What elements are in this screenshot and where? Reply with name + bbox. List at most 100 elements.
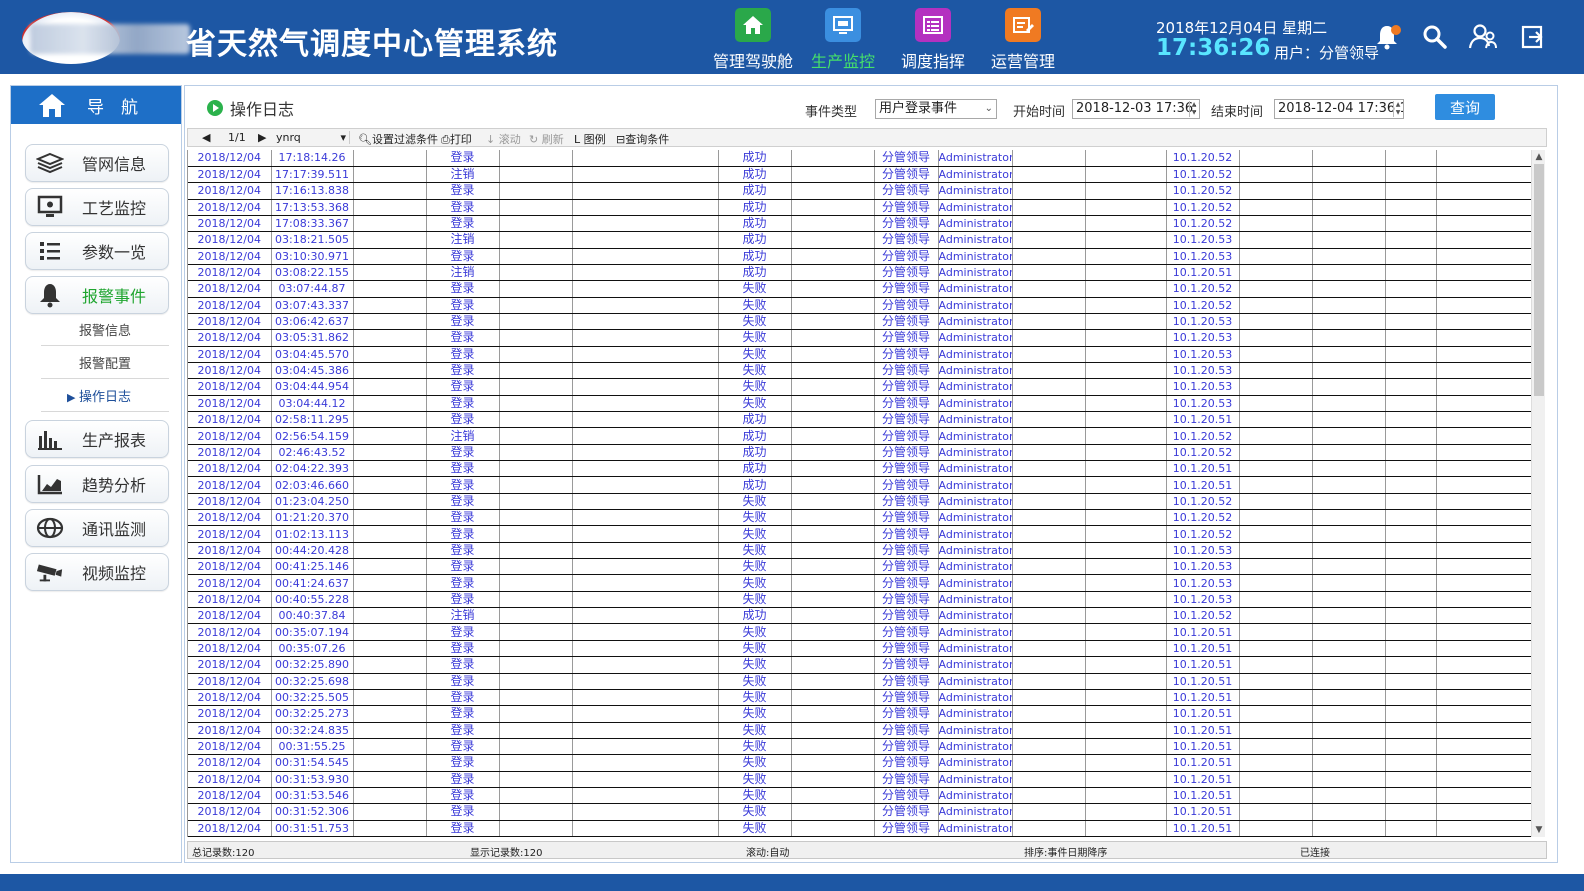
table-row[interactable]: 2018/12/04 00:35:07.26 登录 失败 分管领导 Administrat… xyxy=(188,640,1531,658)
scroll-thumb[interactable] xyxy=(1534,164,1544,396)
table-row[interactable]: 2018/12/04 02:56:54.159 注销 成功 分管领导 Administra… xyxy=(188,427,1531,445)
spinner-icon[interactable]: ▲ ▼ xyxy=(1393,101,1402,117)
table-row[interactable]: 2018/12/04 01:21:20.370 登录 失败 分管领导 Administra… xyxy=(188,509,1531,527)
start-time-input[interactable]: 2018-12-03 17:36:1 ▲ ▼ xyxy=(1072,99,1200,119)
query-button[interactable]: 查询 xyxy=(1435,94,1495,120)
sidebar-item-label: 视频监控 xyxy=(82,564,147,583)
table-row[interactable]: 2018/12/04 00:44:20.428 登录 失败 分管领导 Administra… xyxy=(188,542,1531,560)
search-icon[interactable] xyxy=(1418,20,1452,54)
table-cell-empty xyxy=(353,166,427,184)
table-row[interactable]: 2018/12/04 01:02:13.113 登录 失败 分管领导 Administra… xyxy=(188,525,1531,543)
table-cell: Administrator xyxy=(938,427,1013,445)
table-row[interactable]: 2018/12/04 00:31:53.546 登录 失败 分管领导 Administra… xyxy=(188,787,1531,805)
table-row[interactable]: 2018/12/04 03:04:45.386 登录 失败 分管领导 Administra… xyxy=(188,362,1531,380)
refresh-icon: ↻ xyxy=(529,133,539,146)
table-row[interactable]: 2018/12/04 00:41:25.146 登录 失败 分管领导 Administra… xyxy=(188,558,1531,576)
table-cell-empty xyxy=(1085,248,1167,265)
table-cell-empty xyxy=(1012,411,1086,429)
table-row[interactable]: 2018/12/04 03:07:43.337 登录 失败 分管领导 Administra… xyxy=(188,297,1531,314)
vertical-scrollbar[interactable]: ▲ ▼ xyxy=(1531,150,1545,837)
sidebar-item-alarm-events[interactable]: 报警事件 xyxy=(25,276,169,314)
table-row[interactable]: 2018/12/04 17:16:13.838 登录 成功 分管领导 Administra… xyxy=(188,182,1531,200)
table-row[interactable]: 2018/12/04 03:06:42.637 登录 失败 分管领导 Administra… xyxy=(188,313,1531,331)
event-type-select[interactable]: 用户登录事件 ⌄ xyxy=(875,99,997,119)
topnav-dashboard[interactable]: 管理驾驶舱 xyxy=(708,8,798,71)
sub-item-alarm-info[interactable]: 报警信息 xyxy=(41,318,169,346)
table-row[interactable]: 2018/12/04 00:31:51.753 登录 失败 分管领导 Administra… xyxy=(188,820,1531,837)
table-cell-empty xyxy=(572,411,719,429)
sub-item-operation-log[interactable]: ▶ 操作日志 xyxy=(41,384,169,412)
table-row[interactable]: 2018/12/04 02:46:43.52 登录 成功 分管领导 Administrat… xyxy=(188,444,1531,462)
table-row[interactable]: 2018/12/04 03:07:44.87 登录 失败 分管领导 Administrat… xyxy=(188,280,1531,298)
scroll-up-icon[interactable]: ▲ xyxy=(1532,150,1546,164)
table-row[interactable]: 2018/12/04 17:08:33.367 登录 成功 分管领导 Administra… xyxy=(188,215,1531,233)
query-condition-button[interactable]: ⊟查询条件 xyxy=(616,131,669,147)
end-time-input[interactable]: 2018-12-04 17:36:1 ▲ ▼ xyxy=(1274,99,1404,119)
table-row[interactable]: 2018/12/04 02:58:11.295 登录 成功 分管领导 Administra… xyxy=(188,411,1531,429)
table-cell: 登录 xyxy=(426,476,500,494)
table-cell-empty xyxy=(1239,411,1313,429)
sidebar-item-comm-monitor[interactable]: 通讯监测 xyxy=(25,509,169,547)
refresh-button[interactable]: ↻ 刷新 xyxy=(529,131,564,147)
next-page-icon[interactable]: ▶ xyxy=(258,131,266,144)
table-row[interactable]: 2018/12/04 03:04:44.12 登录 失败 分管领导 Administrat… xyxy=(188,395,1531,413)
table-cell-empty xyxy=(1436,673,1531,690)
table-row[interactable]: 2018/12/04 01:23:04.250 登录 失败 分管领导 Administra… xyxy=(188,493,1531,511)
topnav-production[interactable]: 生产监控 xyxy=(798,8,888,71)
table-row[interactable]: 2018/12/04 00:40:55.228 登录 失败 分管领导 Administra… xyxy=(188,591,1531,609)
table-row[interactable]: 2018/12/04 00:31:55.25 登录 失败 分管领导 Administrat… xyxy=(188,738,1531,756)
table-cell-empty xyxy=(572,591,719,609)
logout-icon[interactable] xyxy=(1516,20,1550,54)
table-row[interactable]: 2018/12/04 17:18:14.26 登录 成功 分管领导 Administrat… xyxy=(188,150,1531,167)
topnav-operations[interactable]: 运营管理 xyxy=(978,8,1068,71)
legend-button[interactable]: L 图例 xyxy=(574,131,606,147)
table-row[interactable]: 2018/12/04 00:31:52.306 登录 失败 分管领导 Administra… xyxy=(188,803,1531,821)
sidebar-item-video-monitor[interactable]: 视频监控 xyxy=(25,553,169,591)
table-cell-empty xyxy=(1385,150,1437,167)
table-row[interactable]: 2018/12/04 03:08:22.155 注销 成功 分管领导 Administra… xyxy=(188,264,1531,282)
table-row[interactable]: 2018/12/04 17:17:39.511 注销 成功 分管领导 Administra… xyxy=(188,166,1531,184)
table-row[interactable]: 2018/12/04 00:40:37.84 注销 成功 分管领导 Administrat… xyxy=(188,607,1531,625)
table-cell-empty xyxy=(572,754,719,772)
table-row[interactable]: 2018/12/04 00:32:25.698 登录 失败 分管领导 Administra… xyxy=(188,673,1531,690)
table-cell-empty xyxy=(1312,623,1386,641)
spinner-icon[interactable]: ▲ ▼ xyxy=(1189,101,1198,117)
prev-page-icon[interactable]: ◀ xyxy=(202,131,210,144)
table-row[interactable]: 2018/12/04 00:32:25.505 登录 失败 分管领导 Administra… xyxy=(188,689,1531,707)
sidebar-item-parameters[interactable]: 参数一览 xyxy=(25,232,169,270)
table-row[interactable]: 2018/12/04 03:05:31.862 登录 失败 分管领导 Administra… xyxy=(188,329,1531,347)
sidebar-item-trend-analysis[interactable]: 趋势分析 xyxy=(25,465,169,503)
table-cell-empty xyxy=(353,280,427,298)
table-row[interactable]: 2018/12/04 03:10:30.971 登录 成功 分管领导 Administra… xyxy=(188,248,1531,265)
filter-button[interactable]: 🔍︎设置过滤条件 xyxy=(358,131,438,147)
table-row[interactable]: 2018/12/04 03:04:45.570 登录 失败 分管领导 Administra… xyxy=(188,346,1531,363)
scroll-button[interactable]: ↓ 滚动 xyxy=(486,131,521,147)
sidebar-item-pipeline-info[interactable]: 管网信息 xyxy=(25,144,169,182)
user-switch-icon[interactable] xyxy=(1466,20,1500,54)
sub-item-alarm-config[interactable]: 报警配置 xyxy=(41,351,169,379)
table-row[interactable]: 2018/12/04 00:41:24.637 登录 失败 分管领导 Administra… xyxy=(188,574,1531,592)
table-row[interactable]: 2018/12/04 00:31:54.545 登录 失败 分管领导 Administra… xyxy=(188,754,1531,772)
sidebar-item-process-monitor[interactable]: 工艺监控 xyxy=(25,188,169,226)
table-cell: 失败 xyxy=(718,346,792,363)
topnav-dispatch[interactable]: 调度指挥 xyxy=(888,8,978,71)
scroll-down-icon[interactable]: ▼ xyxy=(1532,823,1546,837)
alarm-bell-icon[interactable] xyxy=(1370,20,1404,54)
table-row[interactable]: 2018/12/04 00:35:07.194 登录 失败 分管领导 Administra… xyxy=(188,623,1531,641)
table-row[interactable]: 2018/12/04 02:03:46.660 登录 成功 分管领导 Administra… xyxy=(188,476,1531,494)
table-row[interactable]: 2018/12/04 00:32:25.273 登录 失败 分管领导 Administra… xyxy=(188,705,1531,723)
table-row[interactable]: 2018/12/04 03:18:21.505 注销 成功 分管领导 Administra… xyxy=(188,231,1531,249)
print-button[interactable]: ⎙打印 xyxy=(441,131,472,147)
table-row[interactable]: 2018/12/04 00:32:24.835 登录 失败 分管领导 Administra… xyxy=(188,722,1531,739)
table-row[interactable]: 2018/12/04 02:04:22.393 登录 成功 分管领导 Administra… xyxy=(188,460,1531,478)
table-cell-empty xyxy=(499,754,573,772)
table-row[interactable]: 2018/12/04 00:32:25.890 登录 失败 分管领导 Administra… xyxy=(188,656,1531,674)
table-row[interactable]: 2018/12/04 17:13:53.368 登录 成功 分管领导 Administra… xyxy=(188,199,1531,216)
table-cell-empty xyxy=(1312,803,1386,821)
table-row[interactable]: 2018/12/04 03:04:44.954 登录 失败 分管领导 Administra… xyxy=(188,378,1531,396)
table-cell: 登录 xyxy=(426,689,500,707)
sidebar-item-production-report[interactable]: 生产报表 xyxy=(25,420,169,458)
table-cell: 分管领导 xyxy=(874,378,939,396)
field-select[interactable]: ynrq ▾ xyxy=(276,131,350,144)
table-row[interactable]: 2018/12/04 00:31:53.930 登录 失败 分管领导 Administra… xyxy=(188,771,1531,788)
